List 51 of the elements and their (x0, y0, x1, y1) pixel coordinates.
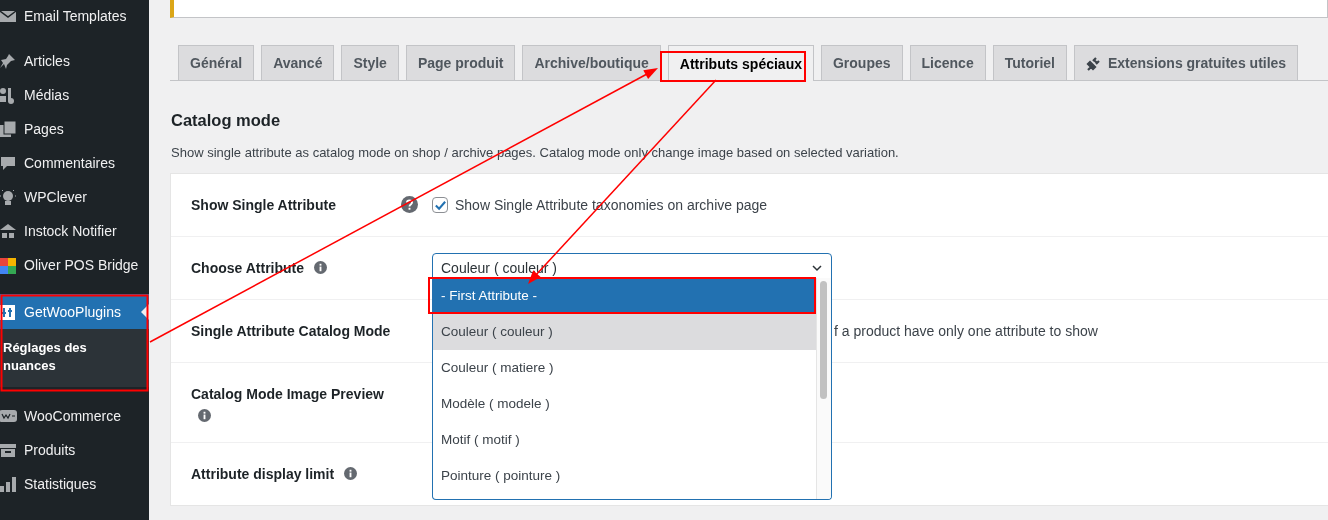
info-icon[interactable] (198, 409, 211, 422)
setting-description: f a product have only one attribute to show (834, 322, 1098, 341)
settings-tab[interactable]: Groupes (820, 45, 903, 80)
info-icon[interactable] (344, 467, 358, 480)
info-icon[interactable] (314, 261, 328, 274)
setting-label: Attribute display limit (191, 466, 335, 482)
settings-tab[interactable]: Licence (909, 45, 986, 80)
sidebar-item[interactable]: Produits (0, 433, 149, 467)
house-icon (0, 222, 17, 240)
sidebar-item[interactable]: Médias (0, 78, 149, 112)
settings-tab[interactable]: Extensions gratuites utiles (1074, 45, 1299, 80)
dropdown-option[interactable]: Motif ( motif ) (433, 422, 816, 458)
submenu-item[interactable]: Réglages des nuances (3, 339, 113, 375)
checkbox[interactable] (432, 197, 448, 213)
section-title: Catalog mode (171, 111, 282, 130)
settings-tab[interactable]: Page produit (405, 45, 516, 80)
sidebar-item[interactable]: Statistiques (0, 467, 149, 501)
speech-bubble-icon (0, 154, 17, 172)
section-description: Show single attribute as catalog mode on shop / archive pages. Catalog mode only change image based on selected variation. (171, 145, 900, 160)
settings-tab[interactable]: Tutoriel (992, 45, 1067, 80)
setting-label: Single Attribute Catalog Mode (191, 323, 391, 339)
sidebar-item[interactable]: GetWooPlugins (0, 294, 149, 329)
plug-icon (1086, 55, 1102, 71)
sidebar-item[interactable]: Pages (0, 112, 149, 146)
settings-tab[interactable]: Style (341, 45, 399, 80)
lightbulb-icon (0, 188, 17, 206)
media-icon (0, 86, 17, 104)
help-icon[interactable] (401, 196, 418, 213)
sidebar-item[interactable]: Oliver POS Bridge (0, 248, 149, 282)
dropdown-option[interactable]: Pointure ( pointure ) (433, 458, 816, 494)
pointer-icon (141, 304, 149, 320)
sidebar-item[interactable]: Instock Notifier (0, 214, 149, 248)
settings-tab[interactable]: Général (178, 45, 255, 80)
pin-icon (0, 52, 17, 70)
setting-label: Catalog Mode Image Preview (191, 386, 384, 402)
dropdown-option[interactable]: Couleur ( couleur ) (433, 314, 816, 350)
settings-tab[interactable]: Avancé (261, 45, 335, 80)
settings-tab[interactable]: Attributs spéciaux (667, 45, 814, 81)
colored-squares-icon (0, 256, 17, 274)
dropdown-option[interactable]: Couleur ( matiere ) (433, 350, 816, 386)
setting-label: Show Single Attribute (191, 196, 336, 215)
sidebar-item[interactable]: Articles (0, 44, 149, 78)
scrollbar[interactable] (816, 278, 831, 499)
chevron-down-icon (811, 262, 823, 274)
sidebar-item[interactable]: Email Templates (0, 0, 149, 32)
sidebar-item[interactable]: Commentaires (0, 146, 149, 180)
dropdown-option[interactable]: Modèle ( modele ) (433, 386, 816, 422)
sidebar-item[interactable]: WPClever (0, 180, 149, 214)
settings-tab[interactable]: Archive/boutique (522, 45, 661, 80)
bar-chart-icon (0, 475, 17, 493)
sidebar-item[interactable]: WooCommerce (0, 399, 149, 433)
